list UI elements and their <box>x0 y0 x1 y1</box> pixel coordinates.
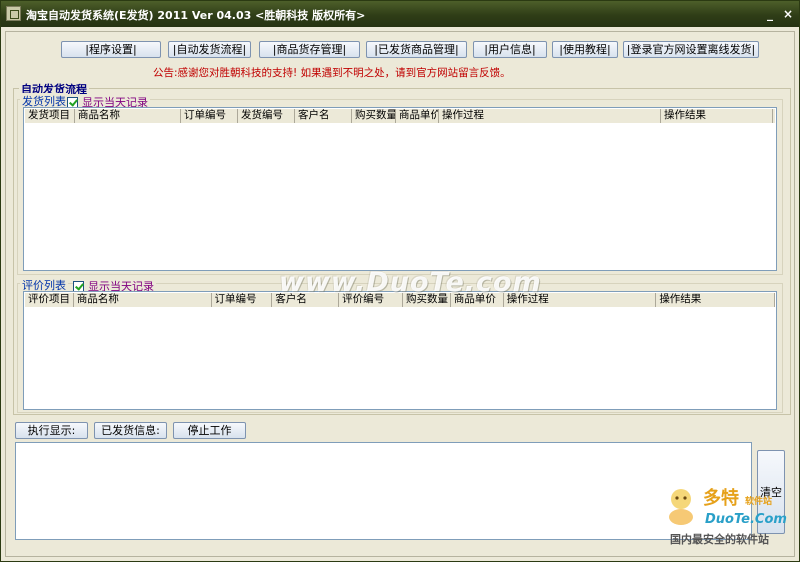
shipping-list-header: 发货项目 商品名称 订单编号 发货编号 客户名 购买数量 商品单价 操作过程 操… <box>25 109 775 123</box>
menu-offline-shipping[interactable]: |登录官方网设置离线发货| <box>623 41 759 58</box>
menu-auto-ship-flow[interactable]: |自动发货流程| <box>168 41 251 58</box>
col-header[interactable]: 购买数量 <box>352 109 396 123</box>
col-header[interactable]: 商品名称 <box>74 293 212 307</box>
watermark-slogan: 国内最安全的软件站 <box>670 533 769 546</box>
col-header[interactable]: 订单编号 <box>212 293 273 307</box>
shipping-list[interactable]: 发货项目 商品名称 订单编号 发货编号 客户名 购买数量 商品单价 操作过程 操… <box>23 107 777 271</box>
watermark-url: DuoTe.Com <box>705 512 787 527</box>
col-header[interactable]: 订单编号 <box>181 109 238 123</box>
review-list[interactable]: 评价项目 商品名称 订单编号 客户名 评价编号 购买数量 商品单价 操作过程 操… <box>23 291 777 410</box>
watermark-brand-sub: 软件站 <box>745 497 773 507</box>
menu-program-settings[interactable]: |程序设置| <box>61 41 161 58</box>
menu-shipped-goods[interactable]: |已发货商品管理| <box>366 41 467 58</box>
col-header[interactable]: 操作过程 <box>439 109 661 123</box>
checkbox-icon[interactable] <box>73 280 84 292</box>
col-header[interactable]: 发货编号 <box>238 109 295 123</box>
col-header[interactable]: 商品名称 <box>75 109 181 123</box>
col-header[interactable]: 评价项目 <box>25 293 74 307</box>
menu-tutorial[interactable]: |使用教程| <box>552 41 618 58</box>
menu-user-info[interactable]: |用户信息| <box>473 41 547 58</box>
minimize-button[interactable]: _ <box>763 7 777 21</box>
title-bar[interactable]: 淘宝自动发货系统(E发货) 2011 Ver 04.03 <胜朝科技 版权所有>… <box>1 1 799 27</box>
stop-work-button[interactable]: 停止工作 <box>173 422 246 439</box>
mascot-icon <box>663 486 699 526</box>
shipping-list-body[interactable] <box>25 123 775 269</box>
col-header[interactable]: 操作结果 <box>661 109 773 123</box>
col-header[interactable]: 客户名 <box>295 109 352 123</box>
close-button[interactable]: × <box>781 7 795 21</box>
checkbox-icon[interactable] <box>67 96 78 108</box>
execute-display-button[interactable]: 执行显示: <box>15 422 88 439</box>
col-header[interactable]: 商品单价 <box>396 109 439 123</box>
main-window: 淘宝自动发货系统(E发货) 2011 Ver 04.03 <胜朝科技 版权所有>… <box>0 0 800 562</box>
log-output[interactable] <box>15 442 752 540</box>
center-watermark: www.DuoTe.com <box>279 267 542 298</box>
col-header[interactable]: 发货项目 <box>25 109 75 123</box>
review-list-body[interactable] <box>25 307 775 408</box>
col-header[interactable]: 操作结果 <box>656 293 775 307</box>
notice-text: 公告:感谢您对胜朝科技的支持! 如果遇到不明之处，请到官方网站留言反馈。 <box>153 67 511 79</box>
app-icon <box>6 6 21 21</box>
menu-stock-management[interactable]: |商品货存管理| <box>259 41 360 58</box>
watermark-brand: 多特 <box>703 488 739 509</box>
shipped-info-button[interactable]: 已发货信息: <box>94 422 167 439</box>
window-title: 淘宝自动发货系统(E发货) 2011 Ver 04.03 <胜朝科技 版权所有> <box>26 9 366 22</box>
corner-watermark: 多特 软件站 DuoTe.Com 国内最安全的软件站 <box>663 482 797 548</box>
